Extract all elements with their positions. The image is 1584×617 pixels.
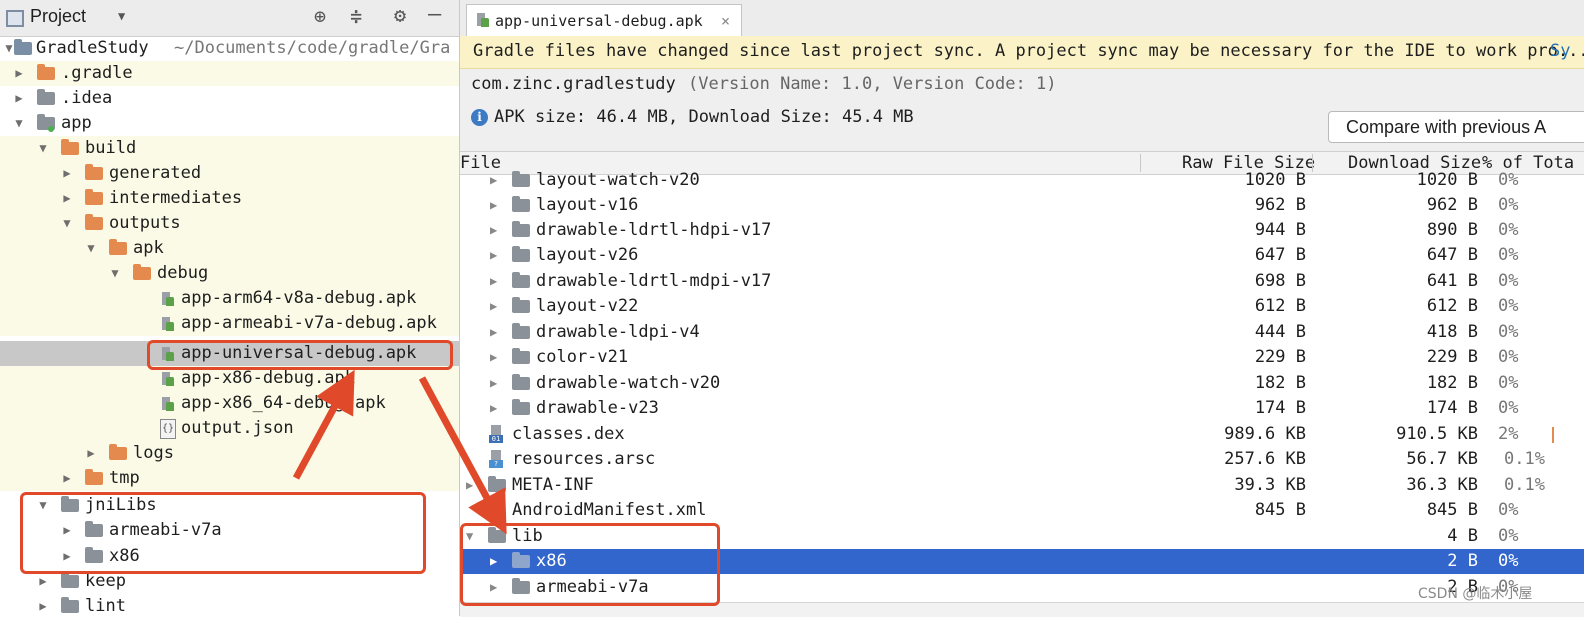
watermark: CSDN @临木小屋 [1418, 586, 1533, 602]
annotation-arrow-up [292, 369, 355, 480]
annotation-arrow-down [418, 376, 507, 535]
annotation-arrows [292, 369, 507, 535]
